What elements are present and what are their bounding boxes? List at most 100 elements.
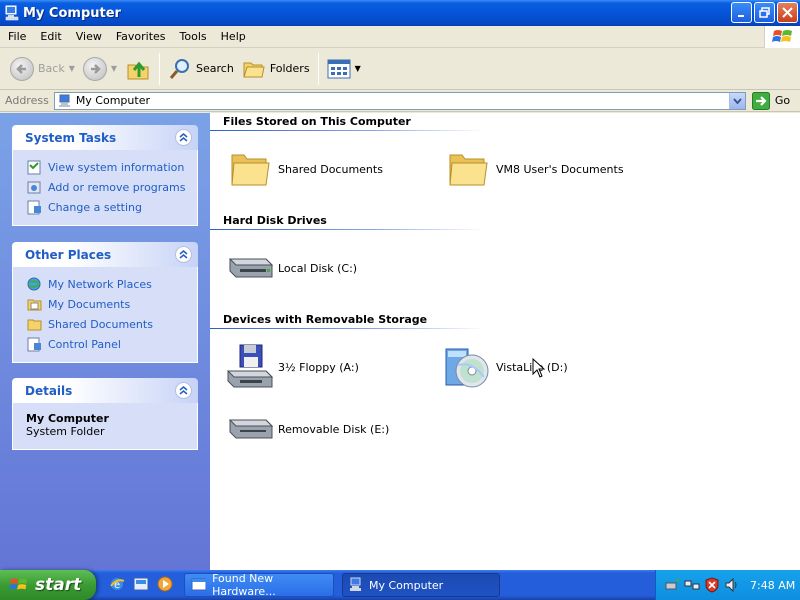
toolbar: Back ▼ ▼ Search Folders ▼	[0, 48, 800, 90]
address-input[interactable]: My Computer	[53, 91, 746, 110]
file-list-view[interactable]: Files Stored on This Computer Shared Doc…	[210, 113, 800, 570]
media-player-icon[interactable]	[156, 575, 174, 593]
volume-icon[interactable]	[724, 577, 740, 593]
svg-text:e: e	[114, 580, 120, 591]
forward-dropdown-icon[interactable]: ▼	[111, 64, 117, 73]
hard-disk-icon	[226, 244, 274, 292]
internet-explorer-icon[interactable]: e	[108, 575, 126, 593]
start-label: start	[35, 575, 82, 595]
folder-icon	[26, 316, 42, 332]
views-button[interactable]: ▼	[323, 51, 365, 87]
group-divider	[210, 328, 485, 329]
group-divider	[210, 130, 485, 131]
item-shared-documents[interactable]: Shared Documents	[226, 145, 383, 193]
close-button[interactable]	[777, 2, 798, 23]
group-header: Devices with Removable Storage	[223, 313, 428, 326]
other-places-header[interactable]: Other Places	[12, 242, 198, 267]
item-label: VM8 User's Documents	[496, 162, 624, 176]
taskbar-button-found-new-hardware[interactable]: Found New Hardware...	[184, 572, 334, 598]
back-dropdown-icon[interactable]: ▼	[69, 64, 75, 73]
go-button[interactable]: Go	[751, 91, 790, 110]
place-shared-documents[interactable]: Shared Documents	[26, 314, 187, 334]
place-label: Control Panel	[48, 337, 121, 351]
task-label: Change a setting	[48, 200, 142, 214]
place-my-network-places[interactable]: My Network Places	[26, 274, 187, 294]
menu-view[interactable]: View	[69, 30, 109, 43]
title-bar[interactable]: My Computer	[0, 0, 800, 26]
task-pane: System Tasks View system information Add…	[0, 113, 210, 570]
details-body: My Computer System Folder	[12, 403, 198, 450]
item-label: 3½ Floppy (A:)	[278, 360, 359, 374]
details-name: My Computer	[26, 412, 109, 425]
control-panel-icon	[26, 199, 42, 215]
views-icon	[327, 59, 351, 78]
chevron-down-icon	[733, 97, 742, 104]
minimize-button[interactable]	[731, 2, 752, 23]
item-floppy-a[interactable]: 3½ Floppy (A:)	[226, 343, 359, 391]
toolbar-separator	[317, 52, 319, 85]
item-removable-disk-e[interactable]: Removable Disk (E:)	[226, 405, 389, 453]
task-change-setting[interactable]: Change a setting	[26, 197, 187, 217]
back-button[interactable]: Back ▼	[6, 51, 79, 87]
chevron-up-double-icon	[179, 133, 188, 142]
item-local-disk-c[interactable]: Local Disk (C:)	[226, 244, 357, 292]
item-vistalite-d[interactable]: VistaLite (D:)	[444, 343, 568, 391]
forward-button[interactable]: ▼	[79, 51, 121, 87]
other-places-title: Other Places	[25, 247, 112, 262]
menu-bar: File Edit View Favorites Tools Help	[0, 26, 800, 48]
close-icon	[782, 7, 793, 18]
taskbar: start e Found New Hardware... My Compute…	[0, 570, 800, 600]
show-desktop-icon[interactable]	[132, 575, 150, 593]
back-arrow-icon	[10, 56, 34, 81]
security-alert-icon[interactable]	[704, 577, 720, 593]
restore-icon	[759, 7, 770, 18]
details-header[interactable]: Details	[12, 378, 198, 403]
control-panel-icon	[26, 336, 42, 352]
collapse-button[interactable]	[175, 246, 192, 263]
add-remove-programs-icon	[26, 179, 42, 195]
group-header: Hard Disk Drives	[223, 214, 327, 227]
maximize-button[interactable]	[754, 2, 775, 23]
address-bar: Address My Computer Go	[0, 90, 800, 112]
place-label: My Network Places	[48, 277, 152, 291]
system-tasks-header[interactable]: System Tasks	[12, 125, 198, 150]
menu-file[interactable]: File	[0, 30, 33, 43]
collapse-button[interactable]	[175, 129, 192, 146]
menu-help[interactable]: Help	[214, 30, 253, 43]
menu-tools[interactable]: Tools	[173, 30, 214, 43]
task-add-remove-programs[interactable]: Add or remove programs	[26, 177, 187, 197]
chevron-up-double-icon	[179, 386, 188, 395]
folders-button[interactable]: Folders	[238, 51, 314, 87]
views-dropdown-icon[interactable]: ▼	[355, 64, 361, 73]
start-button[interactable]: start	[0, 570, 96, 600]
safely-remove-hardware-icon[interactable]	[664, 577, 680, 593]
details-type: System Folder	[26, 425, 105, 438]
place-my-documents[interactable]: My Documents	[26, 294, 187, 314]
cd-drive-icon	[444, 343, 492, 391]
chevron-up-double-icon	[179, 250, 188, 259]
up-button[interactable]	[121, 51, 155, 87]
item-vm8-users-documents[interactable]: VM8 User's Documents	[444, 145, 624, 193]
menu-favorites[interactable]: Favorites	[109, 30, 173, 43]
floppy-drive-icon	[226, 343, 274, 391]
clock[interactable]: 7:48 AM	[750, 579, 795, 592]
other-places-panel: Other Places My Network Places My Docume…	[12, 242, 198, 363]
mouse-cursor-icon	[532, 358, 546, 378]
place-control-panel[interactable]: Control Panel	[26, 334, 187, 354]
search-button[interactable]: Search	[164, 51, 238, 87]
collapse-button[interactable]	[175, 382, 192, 399]
task-view-system-information[interactable]: View system information	[26, 157, 187, 177]
group-header: Files Stored on This Computer	[223, 115, 411, 128]
toolbar-separator	[159, 52, 161, 85]
my-documents-icon	[26, 296, 42, 312]
network-connection-icon[interactable]	[684, 577, 700, 593]
hardware-wizard-icon	[191, 578, 207, 591]
my-computer-icon	[58, 94, 70, 107]
taskbar-button-my-computer[interactable]: My Computer	[342, 573, 500, 597]
menu-edit[interactable]: Edit	[33, 30, 68, 43]
windows-flag-icon	[9, 578, 28, 590]
system-info-icon	[26, 159, 42, 175]
forward-arrow-icon	[82, 56, 107, 81]
address-dropdown-button[interactable]	[728, 92, 745, 109]
system-tasks-title: System Tasks	[25, 130, 117, 145]
